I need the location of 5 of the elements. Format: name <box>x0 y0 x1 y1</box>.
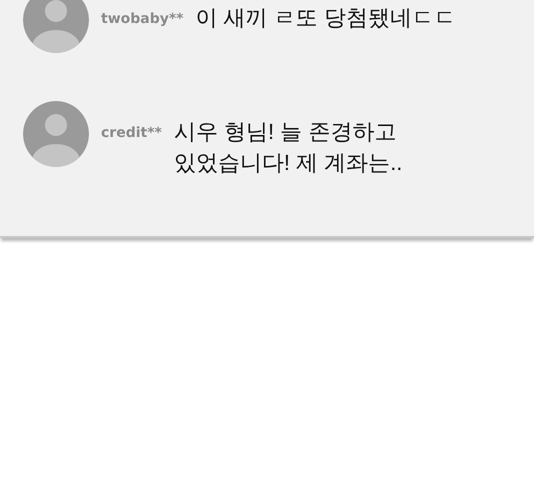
username: twobaby** <box>101 11 184 27</box>
comment-text: 시우 형님! 늘 존경하고 있었습니다! 제 계좌는.. <box>174 118 402 177</box>
comment-text: 이 새끼 ㄹ또 당첨됐네ㄷㄷ <box>196 4 456 32</box>
avatar-icon <box>23 101 89 167</box>
username: credit** <box>101 125 162 141</box>
